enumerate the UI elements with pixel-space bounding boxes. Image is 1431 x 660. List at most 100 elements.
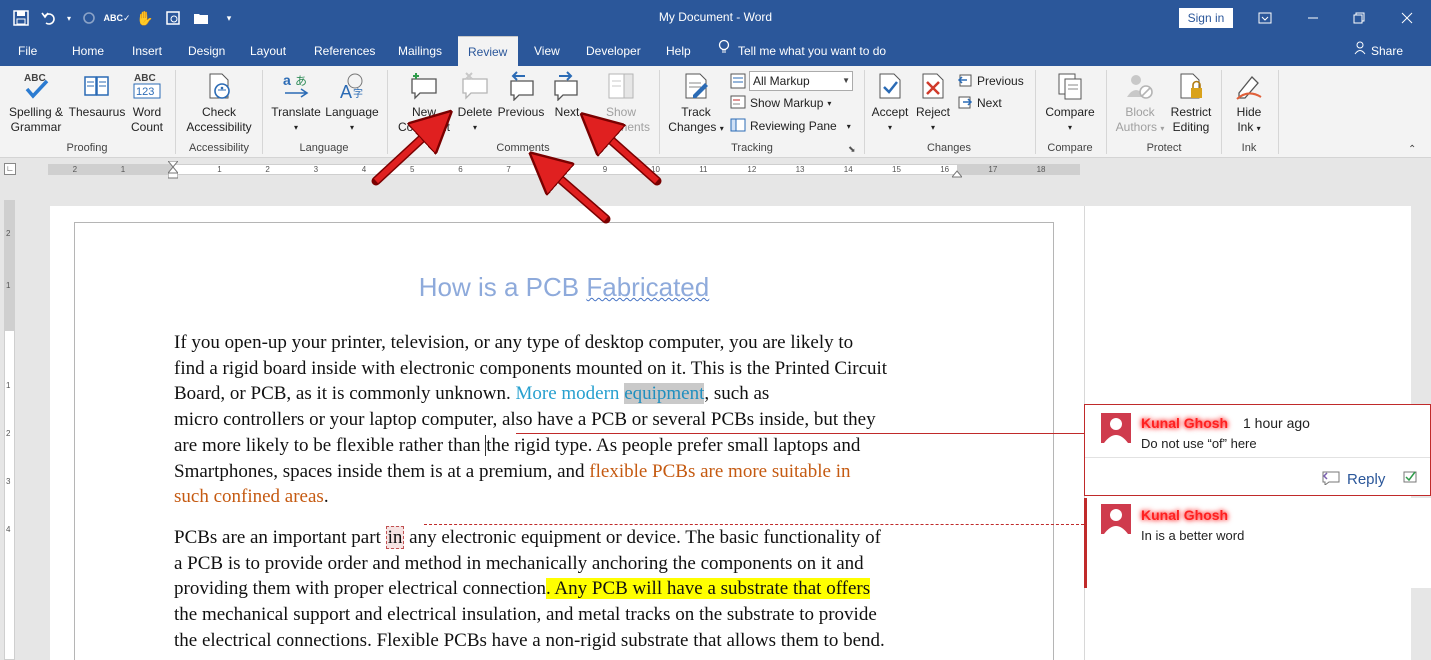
previous-comment-button[interactable]: Previous bbox=[496, 70, 546, 120]
ruler-left-margin bbox=[49, 164, 173, 175]
comment-card[interactable]: Kunal Ghosh 1 hour ago Do not use “of” h… bbox=[1084, 404, 1431, 496]
tab-developer[interactable]: Developer bbox=[576, 36, 651, 66]
thesaurus-button[interactable]: Thesaurus bbox=[68, 70, 126, 120]
avatar bbox=[1101, 413, 1131, 443]
show-markup-button[interactable]: Show Markup ▾ bbox=[730, 93, 831, 113]
save-icon[interactable] bbox=[8, 5, 34, 31]
sign-in-button[interactable]: Sign in bbox=[1179, 8, 1233, 28]
tab-layout[interactable]: Layout bbox=[240, 36, 296, 66]
accept-button[interactable]: Accept ▾ bbox=[868, 70, 912, 135]
ribbon-display-options-icon[interactable] bbox=[1242, 0, 1288, 36]
show-comments-button[interactable]: Show Comments bbox=[590, 70, 652, 135]
tab-file[interactable]: File bbox=[8, 36, 47, 66]
ruler-right-margin bbox=[957, 164, 1079, 175]
ruler-number: 16 bbox=[940, 165, 950, 174]
tab-help[interactable]: Help bbox=[656, 36, 701, 66]
horizontal-ruler[interactable]: ∟ 2 1 1 2 3 4 5 6 7 8 9 10 11 12 13 14 15 16 17 18 bbox=[0, 158, 1431, 182]
tab-references[interactable]: References bbox=[304, 36, 385, 66]
word-count-button[interactable]: ABC 123 Word Count bbox=[126, 70, 168, 135]
translate-button[interactable]: aあ Translate ▾ bbox=[268, 70, 324, 135]
print-preview-icon[interactable] bbox=[160, 5, 186, 31]
language-dropdown-icon: ▾ bbox=[349, 123, 354, 132]
comment-card[interactable]: Kunal Ghosh In is a better word bbox=[1084, 498, 1431, 588]
undo-dropdown-icon[interactable]: ▾ bbox=[64, 5, 74, 31]
thesaurus-icon bbox=[81, 70, 113, 102]
indent-marker-icon[interactable] bbox=[166, 160, 180, 179]
group-label-language: Language bbox=[299, 142, 349, 154]
track-changes-button[interactable]: Track Changes ▾ bbox=[664, 70, 728, 136]
reviewing-pane-button[interactable]: Reviewing Pane ▾ bbox=[730, 116, 851, 136]
reject-button[interactable]: Reject ▾ bbox=[912, 70, 954, 135]
previous-comment-icon bbox=[505, 70, 537, 102]
compare-button[interactable]: Compare ▾ bbox=[1040, 70, 1100, 135]
track-changes-dropdown-icon: ▾ bbox=[719, 124, 724, 133]
paragraph-2[interactable]: PCBs are an important part in any electr… bbox=[174, 525, 964, 654]
ruler-number: 4 bbox=[361, 165, 367, 174]
tab-design[interactable]: Design bbox=[178, 36, 235, 66]
group-label-protect: Protect bbox=[1146, 142, 1182, 154]
customize-qat-icon[interactable]: ▾ bbox=[216, 5, 242, 31]
group-separator bbox=[864, 70, 865, 154]
redo-icon[interactable] bbox=[76, 5, 102, 31]
hide-ink-dropdown-icon: ▾ bbox=[1256, 124, 1261, 133]
check-accessibility-button[interactable]: Check Accessibility bbox=[182, 70, 256, 135]
group-separator bbox=[1106, 70, 1107, 154]
reply-button[interactable]: Reply bbox=[1321, 469, 1385, 489]
tell-me-box[interactable]: Tell me what you want to do bbox=[718, 36, 886, 66]
undo-icon[interactable] bbox=[36, 5, 62, 31]
right-indent-marker-icon[interactable] bbox=[950, 167, 964, 178]
spelling-squiggle: Fabricated bbox=[586, 272, 710, 302]
reject-dropdown-icon: ▾ bbox=[930, 123, 935, 132]
share-button[interactable]: Share bbox=[1354, 36, 1403, 66]
vertical-ruler[interactable]: 2 1 1 2 3 4 bbox=[4, 200, 15, 660]
new-comment-button[interactable]: New Comment bbox=[392, 70, 456, 135]
restore-icon[interactable] bbox=[1336, 0, 1382, 36]
delete-comment-button[interactable]: Delete ▾ bbox=[452, 70, 498, 135]
tab-selector-icon[interactable]: ∟ bbox=[4, 163, 16, 175]
comment-author: Kunal Ghosh bbox=[1141, 507, 1229, 523]
spelling-grammar-button[interactable]: ABC Spelling & Grammar bbox=[4, 70, 68, 135]
ruler-number: 7 bbox=[506, 165, 511, 174]
ruler-number: 18 bbox=[1036, 165, 1046, 174]
resolve-comment-icon[interactable] bbox=[1403, 469, 1417, 488]
close-icon[interactable] bbox=[1384, 0, 1430, 36]
comment-text: Do not use “of” here bbox=[1141, 436, 1257, 451]
tracking-options-launcher-icon[interactable]: ⬊ bbox=[848, 144, 856, 155]
next-change-button[interactable]: Next bbox=[957, 93, 1002, 113]
ruler-number: 15 bbox=[892, 165, 901, 174]
language-icon: A字 bbox=[336, 70, 368, 102]
document-heading[interactable]: How is a PCB Fabricated bbox=[174, 272, 954, 303]
touch-mode-icon[interactable]: ✋ bbox=[132, 5, 158, 31]
vruler-number: 3 bbox=[6, 477, 11, 486]
block-authors-button[interactable]: Block Authors ▾ bbox=[1112, 70, 1168, 136]
tab-home[interactable]: Home bbox=[62, 36, 114, 66]
paragraph-1[interactable]: If you open-up your printer, television,… bbox=[174, 330, 964, 510]
next-comment-button[interactable]: Next bbox=[546, 70, 588, 120]
restrict-editing-button[interactable]: Restrict Editing bbox=[1166, 70, 1216, 135]
svg-text:あ: あ bbox=[295, 74, 307, 88]
track-changes-icon bbox=[680, 70, 712, 102]
next-comment-icon bbox=[551, 70, 583, 102]
next-change-icon bbox=[957, 94, 973, 113]
tab-view[interactable]: View bbox=[524, 36, 570, 66]
chevron-down-icon: ▼ bbox=[842, 76, 850, 85]
group-label-proofing: Proofing bbox=[66, 142, 108, 154]
svg-text:ABC: ABC bbox=[24, 73, 46, 84]
markup-select[interactable]: All Markup ▼ bbox=[749, 71, 853, 91]
hide-ink-button[interactable]: Hide Ink ▾ bbox=[1226, 70, 1272, 136]
collapse-ribbon-icon[interactable]: ⌃ bbox=[1408, 144, 1416, 155]
minimize-icon[interactable] bbox=[1290, 0, 1336, 36]
tab-mailings[interactable]: Mailings bbox=[388, 36, 452, 66]
spelling-check-icon[interactable]: ABC✓ bbox=[103, 5, 130, 31]
ruler-number: 14 bbox=[843, 165, 853, 174]
new-comment-icon bbox=[408, 70, 440, 102]
word-count-icon: ABC 123 bbox=[131, 70, 163, 102]
tab-review[interactable]: Review bbox=[458, 36, 518, 66]
open-folder-icon[interactable] bbox=[188, 5, 214, 31]
hide-ink-icon bbox=[1233, 70, 1265, 102]
language-button[interactable]: A字 Language ▾ bbox=[324, 70, 380, 135]
show-markup-icon bbox=[730, 94, 746, 113]
ruler-number: 3 bbox=[313, 165, 319, 174]
previous-change-button[interactable]: Previous bbox=[957, 71, 1024, 91]
tab-insert[interactable]: Insert bbox=[122, 36, 172, 66]
